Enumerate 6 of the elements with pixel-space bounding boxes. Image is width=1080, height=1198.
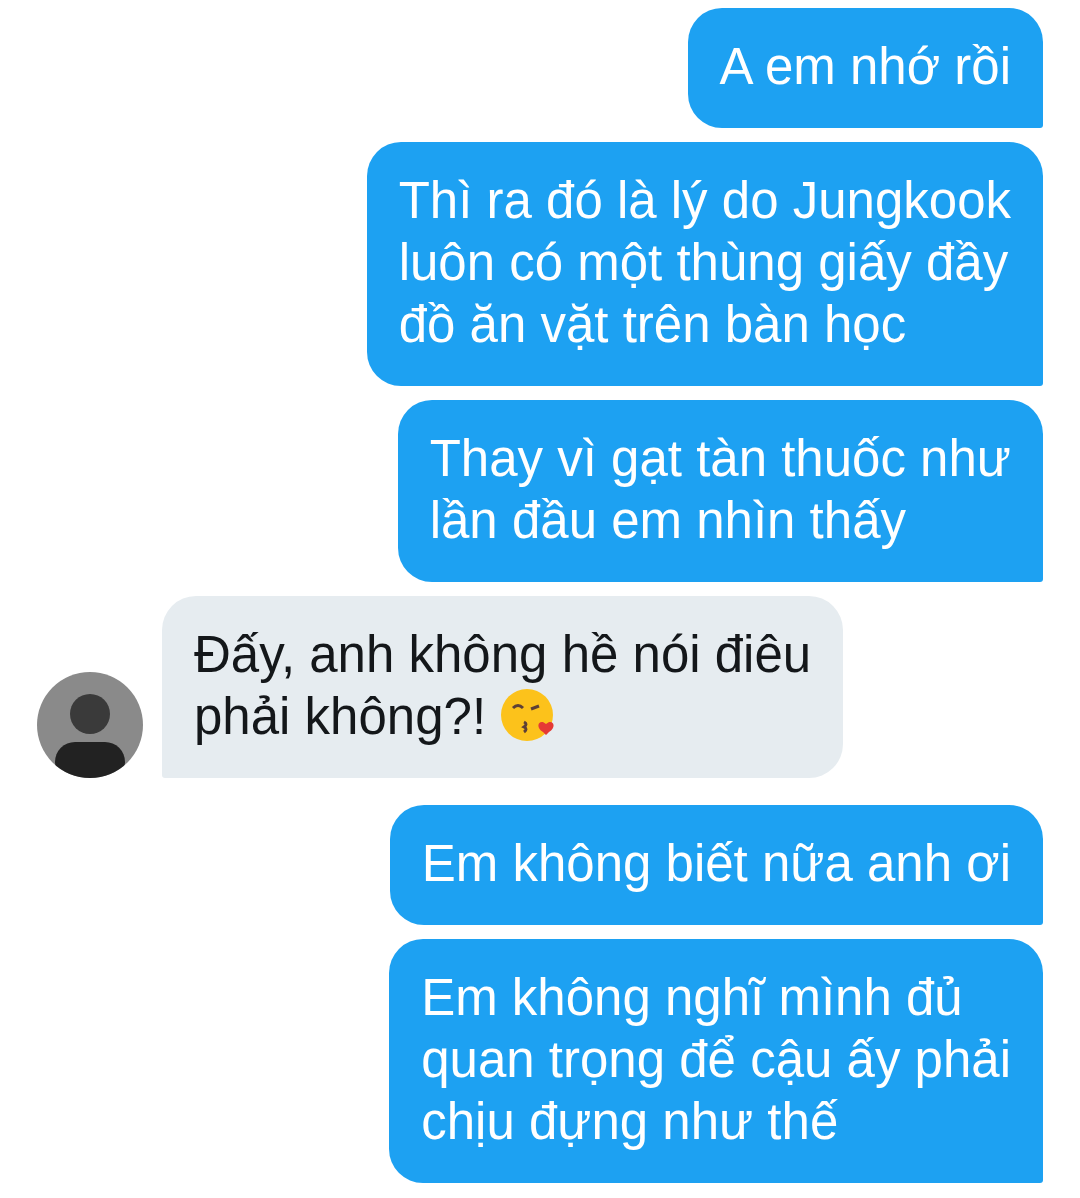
message-bubble: Thì ra đó là lý do Jungkook luôn có một thùng giấy đầy đồ ăn vặt trên bàn học	[366, 142, 1043, 386]
message-bubble: Đấy, anh không hề nói điêu phải không?!	[162, 596, 844, 778]
message-bubble: Em không nghĩ mình đủ quan trọng để cậu ấy phải chịu đựng như thế	[389, 939, 1043, 1183]
message-bubble: Em không biết nữa anh ơi	[389, 805, 1043, 925]
message-bubble: Thay vì gạt tàn thuốc như lần đầu em nhìn thấy	[397, 400, 1043, 582]
message-bubble: A em nhớ rồi	[687, 8, 1043, 128]
